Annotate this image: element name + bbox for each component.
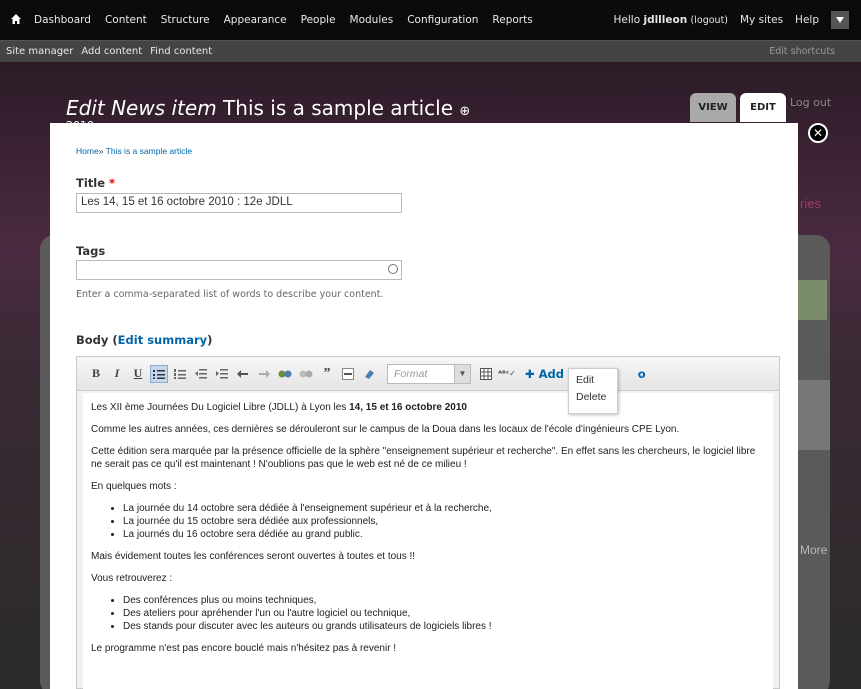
menu-appearance[interactable]: Appearance bbox=[224, 14, 287, 26]
spellcheck-button[interactable]: ᴬᴮᶜ✓ bbox=[498, 365, 516, 383]
table-icon bbox=[480, 367, 492, 380]
shortcut-site-manager[interactable]: Site manager bbox=[6, 46, 73, 57]
background-logout-link: Log out bbox=[790, 96, 832, 109]
shortcut-star-icon[interactable]: ⊕ bbox=[459, 104, 470, 119]
menu-reports[interactable]: Reports bbox=[492, 14, 532, 26]
edit-summary-link[interactable]: Edit summary bbox=[118, 333, 207, 347]
edit-shortcuts-link[interactable]: Edit shortcuts bbox=[769, 46, 835, 57]
bold-button[interactable]: B bbox=[87, 365, 105, 383]
content-paragraph: Comme les autres années, ces dernières s… bbox=[91, 424, 680, 435]
context-menu-edit[interactable]: Edit bbox=[576, 374, 617, 391]
numbered-list-icon bbox=[174, 368, 186, 379]
home-icon[interactable] bbox=[10, 13, 24, 27]
help-link[interactable]: Help bbox=[795, 14, 819, 26]
list-item: La journée du 15 octobre sera dédiée aux… bbox=[123, 515, 765, 528]
undo-icon bbox=[237, 369, 248, 378]
content-paragraph: Mais évidement toutes les conférences se… bbox=[91, 551, 416, 562]
title-field[interactable]: Les 14, 15 et 16 octobre 2010 : 12e JDLL bbox=[76, 193, 402, 213]
tags-field[interactable] bbox=[76, 260, 402, 280]
list-item: Des ateliers pour apréhender l'un ou l'a… bbox=[123, 607, 765, 620]
page-title-type: Edit News item bbox=[66, 96, 217, 120]
numbered-list-button[interactable] bbox=[171, 365, 189, 383]
plus-icon: ✚ bbox=[525, 366, 535, 381]
body-label: Body (Edit summary) bbox=[76, 333, 213, 347]
redo-button[interactable] bbox=[255, 365, 273, 383]
required-marker: * bbox=[109, 176, 116, 190]
remove-format-button[interactable] bbox=[360, 365, 378, 383]
unlink-button[interactable] bbox=[297, 365, 315, 383]
tags-label: Tags bbox=[76, 244, 106, 258]
user-greeting: Hello jdllleon (logout) bbox=[613, 14, 728, 26]
list-item: Des conférences plus ou moins techniques… bbox=[123, 594, 765, 607]
content-paragraph: Vous retrouverez : bbox=[91, 573, 173, 584]
background-card bbox=[797, 280, 827, 320]
indent-icon bbox=[216, 368, 228, 378]
bulleted-list-button[interactable] bbox=[150, 364, 168, 383]
tab-view[interactable]: VIEW bbox=[690, 93, 736, 122]
bulleted-list-icon bbox=[153, 369, 165, 379]
breadcrumb-home[interactable]: Home bbox=[76, 146, 99, 156]
redo-icon bbox=[259, 369, 270, 378]
logout-link[interactable]: (logout) bbox=[691, 15, 728, 26]
page-title-node: This is a sample article bbox=[223, 96, 454, 120]
eraser-icon bbox=[365, 369, 374, 379]
autocomplete-icon bbox=[388, 264, 398, 274]
outdent-icon bbox=[195, 368, 207, 378]
menu-structure[interactable]: Structure bbox=[161, 14, 210, 26]
menu-people[interactable]: People bbox=[301, 14, 336, 26]
undo-button[interactable] bbox=[234, 365, 252, 383]
content-paragraph: Les XII ème Journées Du Logiciel Libre (… bbox=[91, 402, 467, 413]
close-overlay-button[interactable]: ✕ bbox=[808, 123, 828, 143]
background-strip bbox=[797, 380, 830, 450]
shortcut-find-content[interactable]: Find content bbox=[150, 46, 212, 57]
menu-configuration[interactable]: Configuration bbox=[407, 14, 478, 26]
content-paragraph: En quelques mots : bbox=[91, 481, 177, 492]
chevron-down-icon: ▼ bbox=[454, 364, 470, 383]
menu-modules[interactable]: Modules bbox=[350, 14, 394, 26]
breadcrumb-separator: » bbox=[98, 146, 104, 156]
content-paragraph: Cette édition sera marquée par la présen… bbox=[91, 446, 756, 470]
blockquote-button[interactable]: ” bbox=[318, 365, 336, 383]
menu-content[interactable]: Content bbox=[105, 14, 147, 26]
table-button[interactable] bbox=[477, 365, 495, 383]
rich-text-editor: B I U ” Format ▼ ᴬᴮᶜ✓ ✚ Add o Les XII èm… bbox=[76, 356, 780, 689]
page-title: Edit News item This is a sample article … bbox=[66, 96, 470, 120]
format-select[interactable]: Format ▼ bbox=[387, 363, 471, 384]
editor-content[interactable]: Les XII ème Journées Du Logiciel Libre (… bbox=[83, 393, 773, 689]
tags-help-text: Enter a comma-separated list of words to… bbox=[76, 289, 384, 300]
tab-edit[interactable]: EDIT bbox=[740, 93, 786, 122]
title-label: Title * bbox=[76, 176, 116, 190]
shortcuts-bar: Site manager Add content Find content Ed… bbox=[0, 40, 861, 62]
shortcut-add-content[interactable]: Add content bbox=[81, 46, 142, 57]
content-list: La journée du 14 octobre sera dédiée à l… bbox=[123, 502, 765, 541]
breadcrumb: Home» This is a sample article bbox=[76, 146, 192, 156]
background-more-link: More bbox=[800, 543, 828, 557]
breadcrumb-current[interactable]: This is a sample article bbox=[106, 146, 192, 156]
list-item: Des stands pour discuter avec les auteur… bbox=[123, 620, 765, 633]
unlink-icon bbox=[299, 370, 313, 377]
link-button[interactable] bbox=[276, 365, 294, 383]
background-text: ries bbox=[800, 196, 821, 211]
user-area: Hello jdllleon (logout) My sites Help bbox=[614, 0, 861, 40]
outdent-button[interactable] bbox=[192, 365, 210, 383]
list-item: La journés du 16 octobre sera dédiée au … bbox=[123, 528, 765, 541]
context-menu: Edit Delete bbox=[568, 368, 618, 414]
italic-button[interactable]: I bbox=[108, 365, 126, 383]
indent-button[interactable] bbox=[213, 365, 231, 383]
menu-dashboard[interactable]: Dashboard bbox=[34, 14, 91, 26]
context-menu-delete[interactable]: Delete bbox=[576, 391, 617, 408]
content-paragraph: Le programme n'est pas encore bouclé mai… bbox=[91, 643, 397, 654]
content-list: Des conférences plus ou moins techniques… bbox=[123, 594, 765, 633]
link-icon bbox=[278, 370, 292, 377]
close-icon: ✕ bbox=[812, 126, 824, 140]
horizontal-rule-icon bbox=[342, 367, 354, 380]
horizontal-rule-button[interactable] bbox=[339, 365, 357, 383]
my-sites-link[interactable]: My sites bbox=[740, 14, 783, 26]
username[interactable]: jdllleon bbox=[643, 14, 687, 26]
list-item: La journée du 14 octobre sera dédiée à l… bbox=[123, 502, 765, 515]
toggle-shortcuts-button[interactable] bbox=[831, 11, 849, 29]
editor-toolbar: B I U ” Format ▼ ᴬᴮᶜ✓ ✚ Add o bbox=[77, 357, 779, 391]
admin-toolbar: Dashboard Content Structure Appearance P… bbox=[0, 0, 861, 40]
underline-button[interactable]: U bbox=[129, 365, 147, 383]
